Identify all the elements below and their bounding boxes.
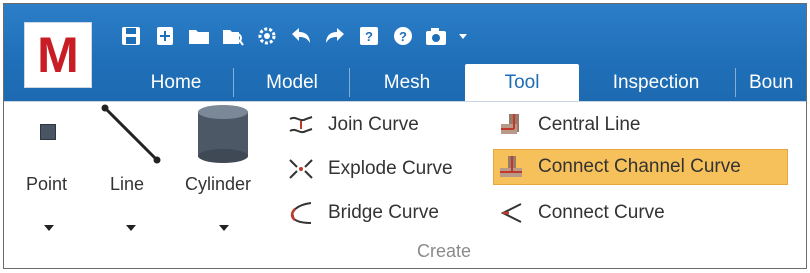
new-icon[interactable] bbox=[150, 21, 180, 51]
tab-inspection[interactable]: Inspection bbox=[586, 64, 726, 101]
connect-channel-curve-label: Connect Channel Curve bbox=[538, 156, 741, 177]
open-folder-icon[interactable] bbox=[184, 21, 214, 51]
tab-model[interactable]: Model bbox=[237, 64, 347, 101]
join-curve-label: Join Curve bbox=[328, 114, 419, 135]
tool-ribbon: Point Line Cylinder Join Curve Explode C… bbox=[4, 101, 806, 268]
line-icon bbox=[101, 104, 161, 164]
explode-curve-icon bbox=[286, 154, 316, 184]
central-line-button[interactable]: Central Line bbox=[496, 107, 640, 143]
ribbon-tabs: Home Model Mesh Tool Inspection Boun bbox=[4, 64, 806, 101]
title-bar: M ? ? Home Model Mesh Tool Inspection Bo… bbox=[4, 4, 806, 101]
tab-divider bbox=[735, 68, 736, 97]
join-curve-icon bbox=[286, 110, 316, 140]
join-curve-button[interactable]: Join Curve bbox=[286, 107, 419, 143]
quick-access-toolbar: ? ? bbox=[116, 18, 474, 54]
point-dropdown-icon[interactable] bbox=[44, 225, 54, 231]
undo-icon[interactable] bbox=[286, 21, 316, 51]
bridge-curve-label: Bridge Curve bbox=[328, 202, 439, 223]
svg-text:?: ? bbox=[399, 29, 407, 44]
line-dropdown-icon[interactable] bbox=[126, 225, 136, 231]
tab-home[interactable]: Home bbox=[126, 64, 226, 101]
create-group-label: Create bbox=[417, 241, 472, 261]
help-book-icon[interactable]: ? bbox=[354, 21, 384, 51]
save-icon[interactable] bbox=[116, 21, 146, 51]
point-label: Point bbox=[26, 174, 68, 194]
connect-curve-icon bbox=[496, 198, 526, 228]
cylinder-dropdown-icon[interactable] bbox=[219, 225, 229, 231]
cylinder-label: Cylinder bbox=[185, 174, 252, 194]
connect-channel-curve-icon bbox=[496, 152, 526, 182]
application-window: M ? ? Home Model Mesh Tool Inspection Bo… bbox=[3, 3, 807, 269]
qat-dropdown-icon[interactable] bbox=[456, 21, 470, 51]
explode-curve-label: Explode Curve bbox=[328, 158, 453, 179]
bridge-curve-icon bbox=[286, 198, 316, 228]
connect-curve-label: Connect Curve bbox=[538, 202, 665, 223]
tab-mesh[interactable]: Mesh bbox=[353, 64, 461, 101]
connect-curve-button[interactable]: Connect Curve bbox=[496, 195, 665, 231]
settings-gear-icon[interactable] bbox=[252, 21, 282, 51]
central-line-icon bbox=[496, 110, 526, 140]
point-button[interactable]: Point bbox=[22, 112, 82, 237]
svg-text:?: ? bbox=[365, 29, 373, 44]
tab-tool[interactable]: Tool bbox=[465, 64, 579, 101]
tab-divider bbox=[349, 68, 350, 97]
camera-icon[interactable] bbox=[422, 21, 452, 51]
cylinder-icon bbox=[198, 105, 248, 163]
tab-divider bbox=[233, 68, 234, 97]
central-line-label: Central Line bbox=[538, 114, 641, 135]
connect-channel-curve-button[interactable]: Connect Channel Curve bbox=[493, 149, 788, 185]
cylinder-button[interactable]: Cylinder bbox=[179, 102, 269, 237]
explode-curve-button[interactable]: Explode Curve bbox=[286, 151, 453, 187]
tab-boundary[interactable]: Boun bbox=[739, 64, 806, 101]
line-button[interactable]: Line bbox=[99, 102, 161, 237]
redo-icon[interactable] bbox=[320, 21, 350, 51]
point-icon bbox=[40, 124, 56, 140]
line-label: Line bbox=[110, 174, 145, 194]
help-circle-icon[interactable]: ? bbox=[388, 21, 418, 51]
bridge-curve-button[interactable]: Bridge Curve bbox=[286, 195, 439, 231]
search-file-icon[interactable] bbox=[218, 21, 248, 51]
